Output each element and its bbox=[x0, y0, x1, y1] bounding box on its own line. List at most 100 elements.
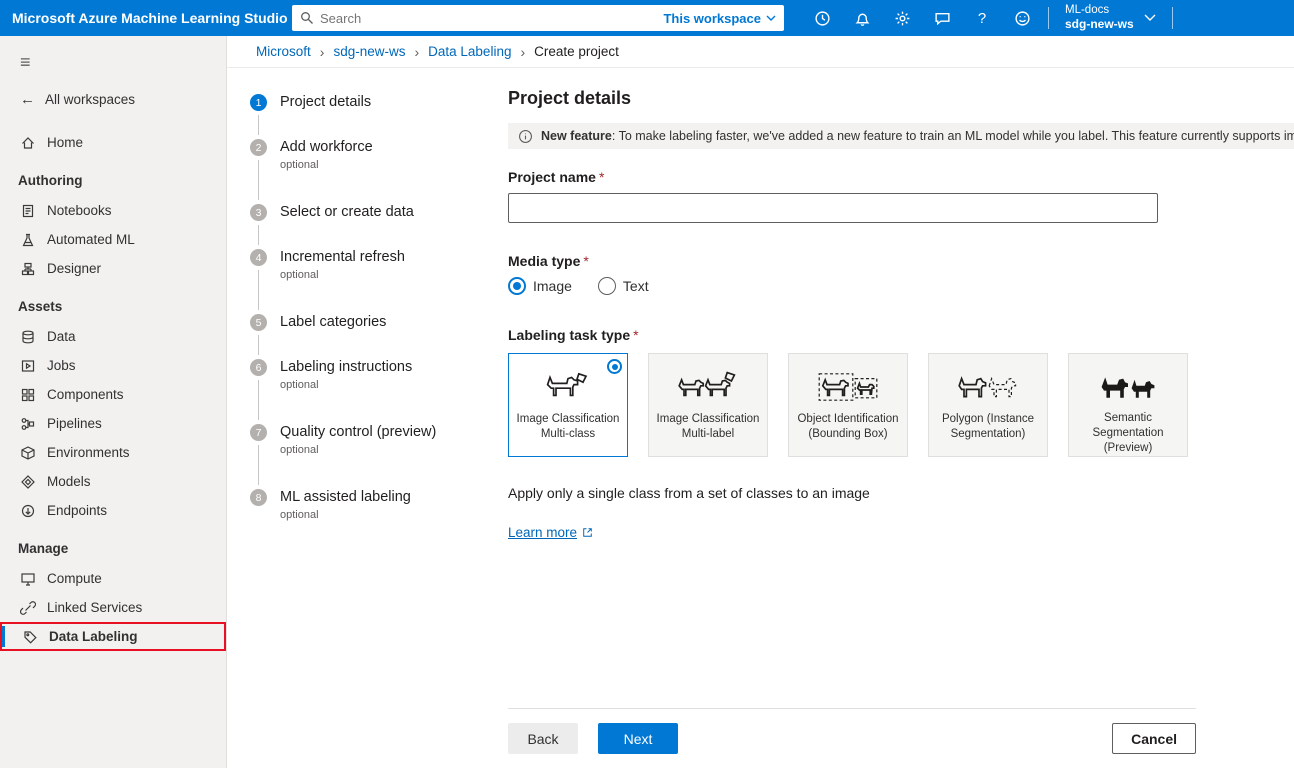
step-label: Incremental refresh bbox=[280, 249, 405, 266]
wizard-step-labeling-instructions[interactable]: 6 Labeling instructionsoptional bbox=[250, 359, 481, 424]
search-input[interactable] bbox=[320, 11, 657, 26]
task-card-label: Image Classification Multi-label bbox=[649, 408, 767, 442]
dog-with-tag-icon bbox=[540, 366, 596, 408]
sidebar-item-jobs[interactable]: Jobs bbox=[0, 351, 226, 380]
banner-bold-text: New feature bbox=[541, 129, 612, 143]
external-link-icon bbox=[582, 527, 593, 538]
task-card-label: Semantic Segmentation (Preview) bbox=[1069, 407, 1187, 456]
task-card-label: Polygon (Instance Segmentation) bbox=[929, 408, 1047, 442]
home-icon bbox=[20, 135, 36, 151]
sidebar-item-components[interactable]: Components bbox=[0, 380, 226, 409]
wizard-step-add-workforce[interactable]: 2 Add workforceoptional bbox=[250, 139, 481, 204]
step-number: 1 bbox=[250, 94, 267, 111]
wizard-step-ml-assisted-labeling[interactable]: 8 ML assisted labelingoptional bbox=[250, 489, 481, 554]
database-icon bbox=[20, 329, 36, 345]
sidebar-item-data[interactable]: Data bbox=[0, 322, 226, 351]
topbar-actions: ? bbox=[802, 0, 1042, 36]
sidebar-item-compute[interactable]: Compute bbox=[0, 564, 226, 593]
step-label: Quality control (preview) bbox=[280, 424, 436, 441]
sidebar-item-label: Data bbox=[47, 329, 76, 344]
sidebar-item-models[interactable]: Models bbox=[0, 467, 226, 496]
models-icon bbox=[20, 474, 36, 490]
next-button[interactable]: Next bbox=[598, 723, 678, 754]
breadcrumb-separator: › bbox=[414, 44, 419, 60]
project-name-input[interactable] bbox=[508, 193, 1158, 223]
smiley-icon[interactable] bbox=[1002, 0, 1042, 36]
sidebar-item-label: Linked Services bbox=[47, 600, 142, 615]
workspace-selector[interactable]: ML-docs sdg-new-ws bbox=[1055, 4, 1166, 31]
help-icon[interactable]: ? bbox=[962, 0, 1002, 36]
media-type-label: Media type* bbox=[508, 253, 1294, 269]
task-card-image-classification-multi-label[interactable]: Image Classification Multi-label bbox=[648, 353, 768, 457]
search-scope-label: This workspace bbox=[663, 11, 761, 26]
sidebar-header-manage: Manage bbox=[0, 525, 226, 564]
sidebar-item-environments[interactable]: Environments bbox=[0, 438, 226, 467]
sidebar-item-designer[interactable]: Designer bbox=[0, 254, 226, 283]
task-card-label: Image Classification Multi-class bbox=[509, 408, 627, 442]
feedback-icon[interactable] bbox=[922, 0, 962, 36]
breadcrumb-data-labeling[interactable]: Data Labeling bbox=[428, 44, 511, 59]
step-number: 3 bbox=[250, 204, 267, 221]
wizard-step-label-categories[interactable]: 5 Label categories bbox=[250, 314, 481, 359]
all-workspaces-link[interactable]: ← All workspaces bbox=[0, 83, 226, 116]
radio-label: Image bbox=[533, 278, 572, 294]
components-icon bbox=[20, 387, 36, 403]
sidebar-item-pipelines[interactable]: Pipelines bbox=[0, 409, 226, 438]
cancel-button[interactable]: Cancel bbox=[1112, 723, 1196, 754]
step-number: 2 bbox=[250, 139, 267, 156]
sidebar-item-notebooks[interactable]: Notebooks bbox=[0, 196, 226, 225]
project-details-form: Project details New feature: To make lab… bbox=[481, 68, 1294, 768]
radio-icon bbox=[598, 277, 616, 295]
sidebar-item-label: Pipelines bbox=[47, 416, 102, 431]
breadcrumb-current: Create project bbox=[534, 44, 619, 59]
task-card-semantic-segmentation[interactable]: Semantic Segmentation (Preview) bbox=[1068, 353, 1188, 457]
sidebar-item-label: Endpoints bbox=[47, 503, 107, 518]
topbar-separator bbox=[1172, 7, 1173, 29]
search-scope-dropdown[interactable]: This workspace bbox=[663, 11, 776, 26]
bell-icon[interactable] bbox=[842, 0, 882, 36]
search-box[interactable]: This workspace bbox=[292, 5, 784, 31]
sidebar-item-home[interactable]: Home bbox=[0, 128, 226, 157]
sidebar-item-label: Designer bbox=[47, 261, 101, 276]
wizard-step-incremental-refresh[interactable]: 4 Incremental refreshoptional bbox=[250, 249, 481, 314]
sidebar-item-endpoints[interactable]: Endpoints bbox=[0, 496, 226, 525]
learn-more-label: Learn more bbox=[508, 525, 577, 540]
breadcrumb-workspace[interactable]: sdg-new-ws bbox=[333, 44, 405, 59]
sidebar-item-label: Compute bbox=[47, 571, 102, 586]
step-optional-label: optional bbox=[280, 379, 412, 391]
sidebar-item-label: Models bbox=[47, 474, 91, 489]
wizard-steps-panel: 1 Project details 2 Add workforceoptiona… bbox=[227, 68, 481, 768]
clock-icon[interactable] bbox=[802, 0, 842, 36]
task-card-polygon-instance-segmentation[interactable]: Polygon (Instance Segmentation) bbox=[928, 353, 1048, 457]
endpoints-icon bbox=[20, 503, 36, 519]
gear-icon[interactable] bbox=[882, 0, 922, 36]
breadcrumb-microsoft[interactable]: Microsoft bbox=[256, 44, 311, 59]
media-type-text-radio[interactable]: Text bbox=[598, 277, 649, 295]
sidebar-item-data-labeling[interactable]: Data Labeling bbox=[0, 622, 226, 651]
filled-dogs-icon bbox=[1098, 366, 1158, 407]
banner-text: : To make labeling faster, we've added a… bbox=[612, 129, 1294, 143]
step-optional-label: optional bbox=[280, 509, 411, 521]
workspace-name: sdg-new-ws bbox=[1065, 18, 1134, 32]
step-label: Select or create data bbox=[280, 204, 414, 221]
search-icon bbox=[300, 11, 314, 25]
media-type-image-radio[interactable]: Image bbox=[508, 277, 572, 295]
back-button[interactable]: Back bbox=[508, 723, 578, 754]
back-arrow-icon: ← bbox=[20, 91, 35, 108]
wizard-step-project-details[interactable]: 1 Project details bbox=[250, 94, 481, 139]
sidebar-item-automated-ml[interactable]: Automated ML bbox=[0, 225, 226, 254]
sidebar-item-linked-services[interactable]: Linked Services bbox=[0, 593, 226, 622]
left-nav-sidebar: ≡ ← All workspaces Home Authoring Notebo… bbox=[0, 36, 227, 768]
learn-more-link[interactable]: Learn more bbox=[508, 525, 1294, 540]
hamburger-menu-icon[interactable]: ≡ bbox=[0, 46, 226, 83]
task-card-object-identification[interactable]: Object Identification (Bounding Box) bbox=[788, 353, 908, 457]
breadcrumb: Microsoft › sdg-new-ws › Data Labeling ›… bbox=[227, 36, 1294, 68]
task-card-image-classification-multi-class[interactable]: Image Classification Multi-class bbox=[508, 353, 628, 457]
jobs-icon bbox=[20, 358, 36, 374]
wizard-step-select-or-create-data[interactable]: 3 Select or create data bbox=[250, 204, 481, 249]
environments-icon bbox=[20, 445, 36, 461]
wizard-step-quality-control[interactable]: 7 Quality control (preview)optional bbox=[250, 424, 481, 489]
step-number: 5 bbox=[250, 314, 267, 331]
app-title: Microsoft Azure Machine Learning Studio bbox=[0, 10, 292, 26]
step-label: Project details bbox=[280, 94, 371, 111]
